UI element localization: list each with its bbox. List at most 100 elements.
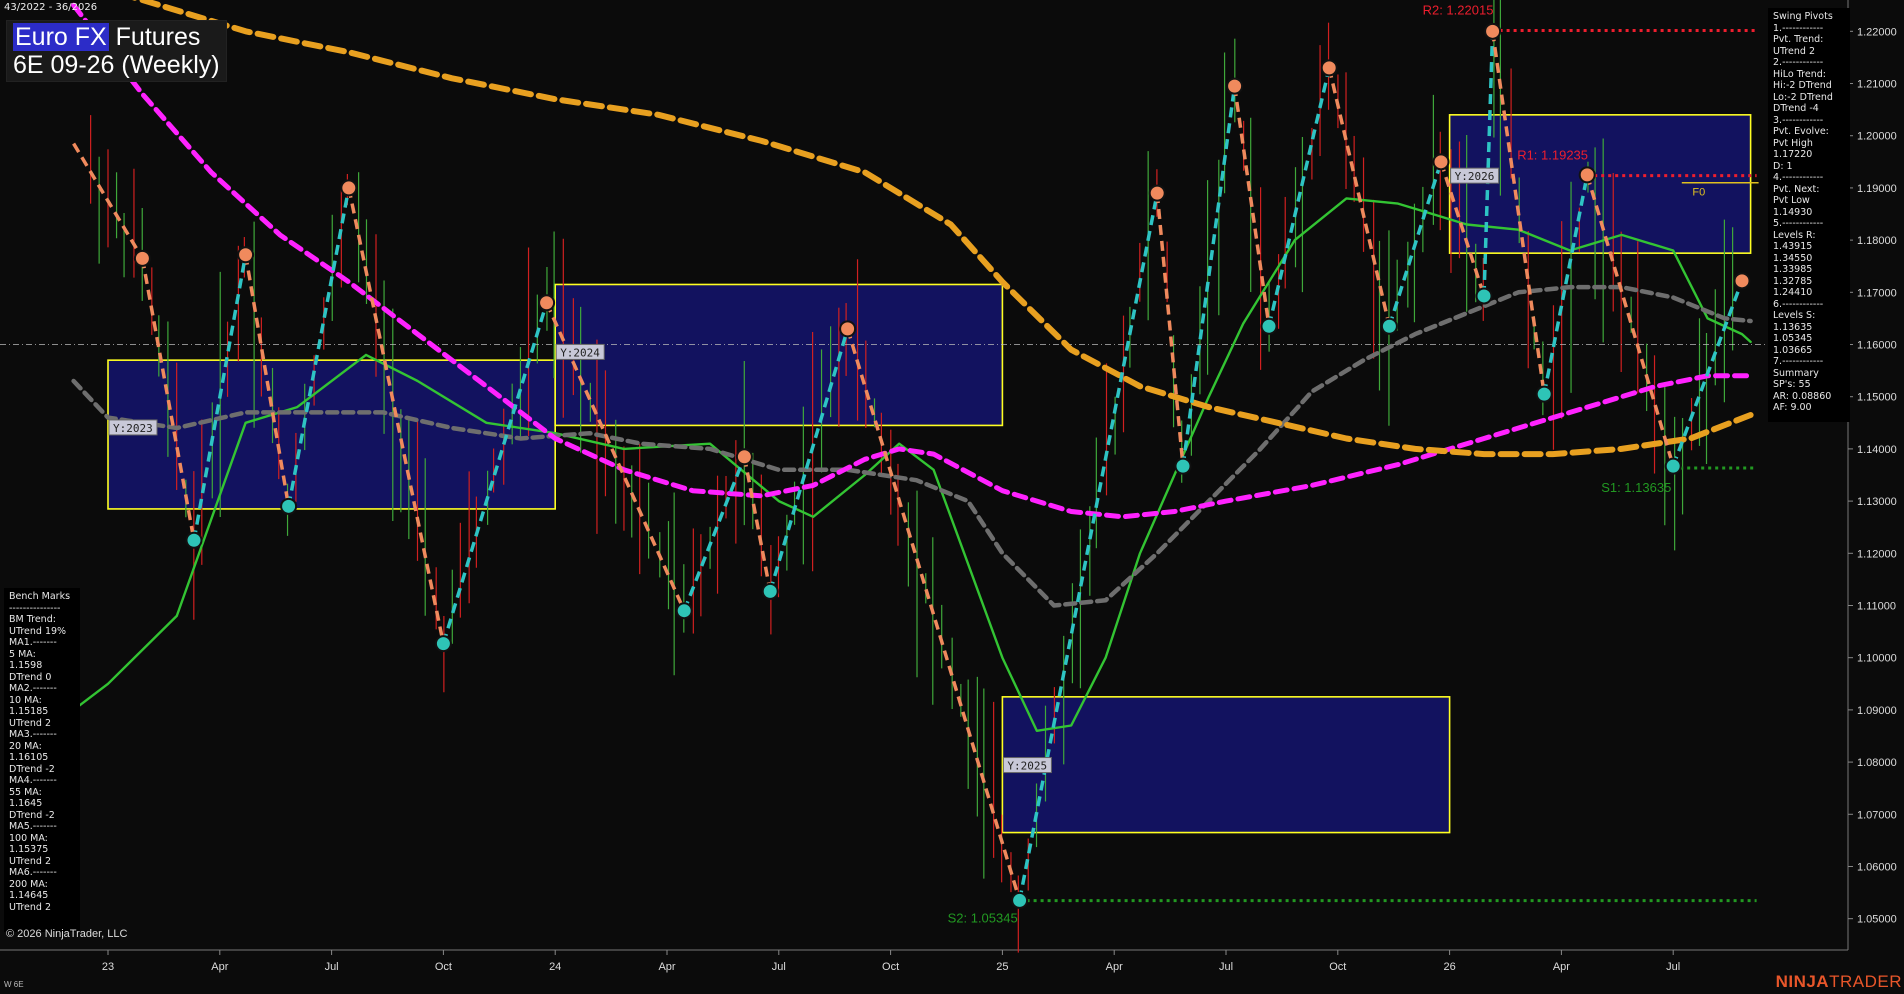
- bench-marks-line: 10 MA:: [9, 694, 42, 706]
- swing-pivots-line: Pvt Low: [1773, 195, 1810, 206]
- swing-pivots-line: DTrend -4: [1773, 103, 1819, 114]
- instrument-rest: Futures: [108, 23, 201, 51]
- pivot-high-marker: [237, 246, 255, 264]
- swing-pivots-line: Levels R:: [1773, 229, 1816, 241]
- level-label: S1: 1.13635: [1601, 480, 1671, 495]
- swing-pivots-line: 1.34550: [1773, 252, 1813, 264]
- bench-marks-line: 20 MA:: [9, 740, 42, 752]
- instrument-highlight: Euro FX: [13, 23, 109, 51]
- swing-pivots-line: HiLo Trend:: [1773, 68, 1826, 80]
- bench-marks-line: DTrend -2: [9, 763, 55, 775]
- swing-pivots-line: 1.24410: [1773, 287, 1813, 298]
- bench-marks-line: MA3.-------: [9, 729, 57, 740]
- swing-up-line: [1267, 67, 1331, 327]
- pivot-high-marker: [1148, 184, 1166, 202]
- bench-marks-line: 1.15375: [9, 844, 49, 855]
- pivot-low-marker: [434, 635, 452, 653]
- instrument-name: Euro FX Futures: [13, 23, 220, 51]
- x-tick-label: 26: [1443, 961, 1455, 973]
- pivot-high-marker: [735, 448, 753, 466]
- year-label: Y:2023: [113, 422, 153, 435]
- x-tick-label: Oct: [435, 961, 452, 973]
- y-tick-label: 1.06000: [1857, 861, 1897, 873]
- swing-pivots-line: SP's: 55: [1773, 379, 1811, 390]
- swing-pivots-line: AF: 9.00: [1773, 402, 1812, 413]
- ninjatrader-logo: NINJATRADER: [1776, 972, 1902, 992]
- year-label: Y:2025: [1007, 760, 1047, 773]
- y-tick-label: 1.20000: [1857, 131, 1897, 143]
- pivot-low-marker: [1260, 317, 1278, 335]
- swing-pivots-line: 5.------------: [1773, 218, 1824, 229]
- swing-pivots-line: 2.------------: [1773, 57, 1824, 68]
- swing-pivots-line: 3.------------: [1773, 114, 1824, 126]
- bench-marks-line: 1.15185: [9, 706, 49, 717]
- pivot-low-marker: [1475, 287, 1493, 305]
- pivot-high-marker: [1733, 272, 1751, 290]
- swing-pivots-line: Levels S:: [1773, 310, 1816, 321]
- y-tick-label: 1.09000: [1857, 705, 1897, 717]
- swing-down-line: [1327, 67, 1392, 327]
- bench-marks-line: MA6.-------: [9, 867, 57, 878]
- y-tick-label: 1.15000: [1857, 392, 1897, 404]
- y-tick-label: 1.21000: [1857, 79, 1897, 91]
- y-tick-label: 1.08000: [1857, 757, 1897, 769]
- pivot-low-marker: [675, 602, 693, 620]
- swing-pivots-line: Pvt. Trend:: [1773, 34, 1824, 45]
- x-tick-label: Apr: [211, 961, 228, 973]
- bench-marks-line: 1.14645: [9, 890, 49, 901]
- contract-name: 6E 09-26 (Weekly): [13, 51, 220, 79]
- bench-marks-line: DTrend 0: [9, 671, 52, 683]
- bench-marks-line: UTrend 19%: [9, 625, 67, 637]
- y-tick-label: 1.18000: [1857, 235, 1897, 247]
- bench-marks-line: 5 MA:: [9, 648, 36, 660]
- pivot-low-marker: [1174, 457, 1192, 475]
- swing-pivots-line: 6.------------: [1773, 298, 1824, 310]
- bench-marks-line: 1.1645: [9, 798, 43, 809]
- pivot-high-marker: [1320, 59, 1338, 77]
- y-tick-label: 1.16000: [1857, 340, 1897, 352]
- y-tick-label: 1.17000: [1857, 287, 1897, 299]
- chart-area[interactable]: 1.05000 1.06000 1.07000 1.08000 1.09000 1.100…: [0, 0, 1904, 994]
- bench-marks-panel: Bench Marks --------------- BM Trend: UTren…: [4, 588, 80, 932]
- pivot-low-marker: [1535, 385, 1553, 403]
- swing-pivots-line: Swing Pivots: [1773, 11, 1833, 22]
- y-tick-label: 1.19000: [1857, 183, 1897, 195]
- swing-pivots-line: D: 1: [1773, 160, 1793, 172]
- status-label: W 6E: [4, 980, 24, 989]
- bench-marks-line: Bench Marks: [9, 591, 71, 602]
- x-tick-label: Oct: [882, 961, 899, 973]
- bench-marks-line: UTrend 2: [9, 717, 52, 729]
- brand-bold: NINJA: [1775, 972, 1830, 991]
- year-label: Y:2026: [1455, 170, 1495, 183]
- bench-marks-line: UTrend 2: [9, 855, 52, 867]
- bench-marks-line: MA2.-------: [9, 683, 57, 694]
- bench-marks-line: DTrend -2: [9, 809, 55, 821]
- pivot-high-marker: [340, 179, 358, 197]
- swing-pivots-panel: Swing Pivots 1.------------ Pvt. Trend: UTr…: [1768, 8, 1850, 422]
- swing-pivots-line: Pvt High: [1773, 137, 1813, 149]
- bench-marks-line: 1.1598: [9, 660, 43, 671]
- year-box: [1001, 696, 1451, 834]
- bench-marks-line: 55 MA:: [9, 786, 42, 798]
- swing-pivots-line: 1.17220: [1773, 149, 1813, 160]
- bench-marks-line: 1.16105: [9, 752, 49, 763]
- x-tick-label: 23: [102, 961, 114, 973]
- level-label: R1: 1.19235: [1517, 148, 1588, 163]
- y-tick-label: 1.05000: [1857, 914, 1897, 926]
- year-label: Y:2024: [560, 346, 600, 359]
- pivot-high-marker: [1226, 77, 1244, 95]
- swing-pivots-line: UTrend 2: [1773, 45, 1816, 57]
- pivot-high-marker: [839, 320, 857, 338]
- swing-pivots-line: 1.13635: [1773, 321, 1813, 333]
- swing-down-line: [742, 456, 772, 592]
- swing-pivots-line: Lo:-2 DTrend: [1773, 91, 1833, 103]
- bench-marks-line: BM Trend:: [9, 614, 56, 625]
- swing-pivots-line: Summary: [1773, 367, 1819, 379]
- x-tick-label: Jul: [1219, 961, 1233, 973]
- bench-marks-line: ---------------: [9, 602, 61, 614]
- pivot-low-marker: [280, 497, 298, 515]
- price-chart[interactable]: 1.05000 1.06000 1.07000 1.08000 1.09000 1.100…: [0, 0, 1904, 994]
- x-tick-label: Jul: [325, 961, 339, 973]
- x-tick-label: Jul: [1666, 961, 1680, 973]
- year-box: [554, 283, 1004, 427]
